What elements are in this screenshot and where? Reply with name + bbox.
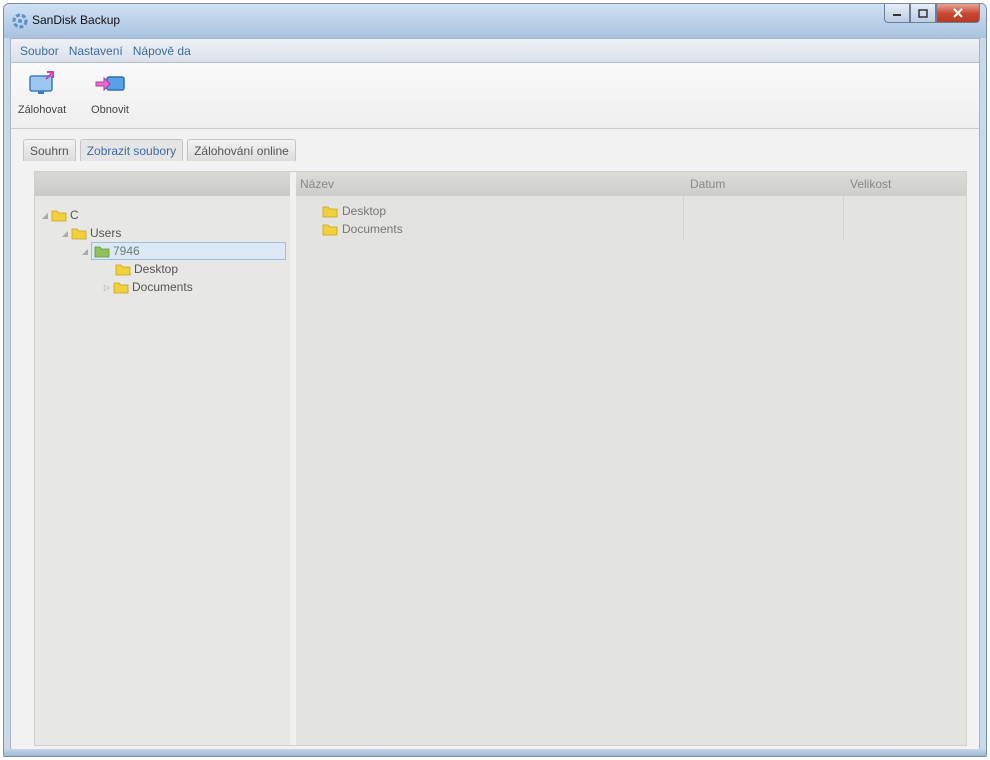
tab-view-files[interactable]: Zobrazit soubory [79, 139, 184, 161]
list-item[interactable]: Documents [322, 220, 403, 238]
user-folder-icon [94, 246, 110, 257]
column-divider [683, 196, 684, 240]
expanded-arrow-icon: ◢ [61, 228, 69, 238]
menu-settings[interactable]: Nastavení [64, 44, 128, 58]
tree-node-label: Desktop [134, 262, 179, 276]
tab-summary[interactable]: Souhrn [23, 139, 76, 161]
tree-node-label: C [70, 208, 79, 222]
title-bar[interactable]: SanDisk Backup [4, 4, 986, 38]
minimize-icon [893, 14, 901, 16]
tab-strip: Souhrn Zobrazit soubory Zálohování onlin… [23, 139, 296, 161]
window-title: SanDisk Backup [32, 13, 121, 27]
column-date-header[interactable]: Datum [690, 177, 725, 191]
tree-node-label: 7946 [113, 244, 140, 258]
menu-help[interactable]: Nápově da [128, 44, 196, 58]
expanded-arrow-icon: ◢ [81, 246, 89, 256]
tree-node-users[interactable]: ◢ Users [59, 224, 121, 242]
list-item[interactable]: Desktop [322, 202, 386, 220]
folder-icon [51, 210, 67, 221]
backup-button[interactable]: Zálohovat [17, 71, 67, 116]
tree-node-7946[interactable]: ◢ 7946 [79, 242, 286, 260]
close-button[interactable] [936, 4, 980, 23]
folder-icon [113, 282, 129, 293]
folder-icon [322, 206, 338, 217]
restore-icon [95, 76, 125, 92]
tree-header [35, 172, 290, 196]
menu-bar: Soubor Nastavení Nápově da [11, 39, 979, 63]
expanded-arrow-icon: ◢ [41, 210, 49, 220]
folder-icon [322, 224, 338, 235]
list-item-name: Desktop [342, 204, 387, 218]
column-divider [843, 196, 844, 240]
folder-icon [115, 264, 131, 275]
client-area: Soubor Nastavení Nápově da Zálohovat Obn… [10, 38, 980, 752]
menu-file[interactable]: Soubor [15, 44, 64, 58]
window-bottom-border [4, 749, 986, 756]
files-panel: ◢ C ◢ Users ◢ 7946 Desktop ▷ Documents N… [34, 171, 967, 746]
tree-node-documents[interactable]: ▷ Documents [101, 278, 193, 296]
tree-node-c[interactable]: ◢ C [39, 206, 79, 224]
sandisk-app-icon [12, 13, 28, 29]
backup-label: Zálohovat [17, 104, 67, 116]
tree-node-label: Documents [132, 280, 193, 294]
tab-online-backup[interactable]: Zálohování online [187, 139, 296, 161]
maximize-button[interactable] [910, 4, 936, 23]
file-list: Název Datum Velikost Desktop Documents [296, 172, 966, 745]
column-size-header[interactable]: Velikost [850, 177, 891, 191]
restore-button[interactable]: Obnovit [85, 71, 135, 116]
close-icon [953, 8, 963, 18]
collapsed-arrow-icon[interactable]: ▷ [101, 283, 113, 292]
maximize-icon [918, 8, 928, 18]
list-item-name: Documents [342, 222, 403, 236]
folder-icon [71, 228, 87, 239]
tree-node-desktop[interactable]: Desktop [115, 260, 178, 278]
list-header: Název Datum Velikost [296, 172, 966, 196]
restore-label: Obnovit [91, 104, 129, 116]
minimize-button[interactable] [884, 4, 910, 23]
backup-icon [29, 71, 54, 94]
app-window: SanDisk Backup Soubor Nastavení Nápově d… [3, 3, 987, 757]
column-name-header[interactable]: Název [300, 177, 334, 191]
window-controls [884, 4, 980, 24]
toolbar: Zálohovat Obnovit [11, 63, 979, 129]
tree-node-label: Users [90, 226, 122, 240]
tree-selection: 7946 [91, 242, 286, 260]
folder-tree: ◢ C ◢ Users ◢ 7946 Desktop ▷ Documents [35, 172, 290, 745]
